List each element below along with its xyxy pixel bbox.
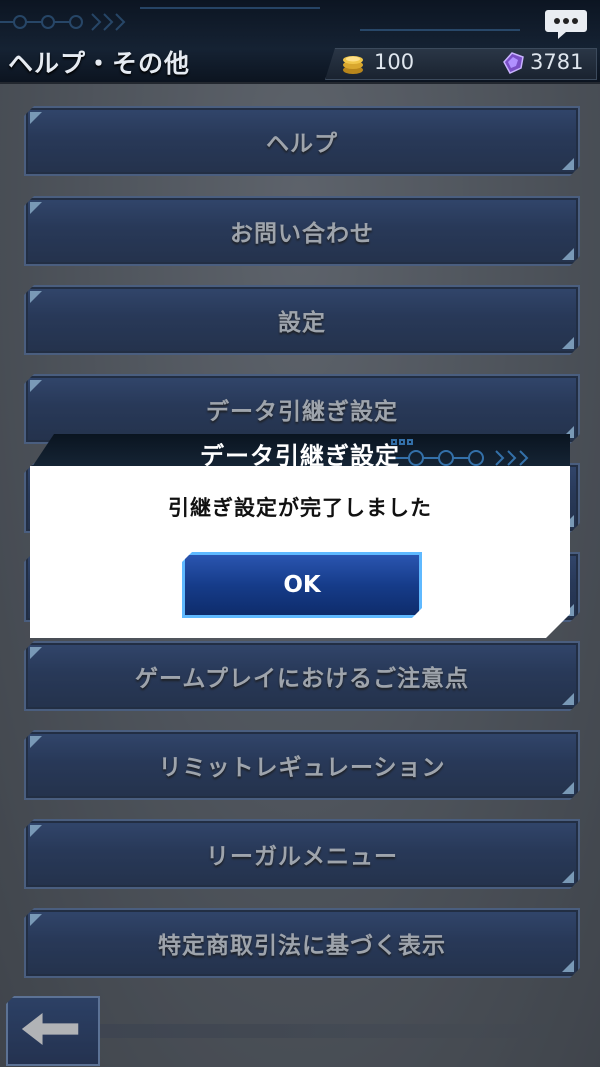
menu-item-label: リーガルメニュー bbox=[206, 844, 398, 870]
menu-item-help[interactable]: ヘルプ bbox=[24, 106, 580, 176]
ok-button-label: OK bbox=[283, 572, 321, 598]
menu-item-limit-regulation[interactable]: リミットレギュレーション bbox=[24, 730, 580, 800]
coin-count: 100 bbox=[374, 50, 415, 74]
menu-item-legal[interactable]: リーガルメニュー bbox=[24, 819, 580, 889]
page-title: ヘルプ・その他 bbox=[8, 49, 191, 78]
top-bar: ヘルプ・その他 100 3781 bbox=[0, 0, 600, 84]
chat-bubble-icon[interactable] bbox=[544, 6, 588, 40]
footer-bar bbox=[100, 1024, 600, 1038]
menu-item-label: お問い合わせ bbox=[230, 221, 374, 247]
back-button[interactable] bbox=[6, 996, 100, 1066]
menu-item-gameplay-notes[interactable]: ゲームプレイにおけるご注意点 bbox=[24, 641, 580, 711]
menu-item-label: ゲームプレイにおけるご注意点 bbox=[135, 666, 469, 692]
menu-item-label: データ引継ぎ設定 bbox=[206, 399, 398, 425]
gem-icon bbox=[503, 52, 524, 74]
menu-item-label: 設定 bbox=[278, 310, 326, 336]
menu-item-commercial-law[interactable]: 特定商取引法に基づく表示 bbox=[24, 908, 580, 978]
dialog-header: データ引継ぎ設定 bbox=[30, 434, 570, 470]
menu-item-contact[interactable]: お問い合わせ bbox=[24, 196, 580, 266]
menu-item-label: ヘルプ bbox=[266, 131, 338, 157]
circuit-decoration bbox=[0, 7, 520, 31]
dialog-title: データ引継ぎ設定 bbox=[200, 442, 400, 470]
menu-item-label: 特定商取引法に基づく表示 bbox=[158, 933, 446, 959]
dialog-body: 引継ぎ設定が完了しました OK bbox=[30, 466, 570, 638]
arrow-left-icon bbox=[21, 1013, 79, 1045]
gem-count: 3781 bbox=[530, 50, 584, 74]
coin-stack-icon bbox=[343, 56, 363, 74]
dialog-message: 引継ぎ設定が完了しました bbox=[168, 496, 432, 520]
menu-item-data-transfer[interactable]: データ引継ぎ設定 bbox=[24, 374, 580, 444]
menu-item-settings[interactable]: 設定 bbox=[24, 285, 580, 355]
menu-item-label: リミットレギュレーション bbox=[158, 755, 446, 781]
ok-button[interactable]: OK bbox=[182, 552, 422, 618]
